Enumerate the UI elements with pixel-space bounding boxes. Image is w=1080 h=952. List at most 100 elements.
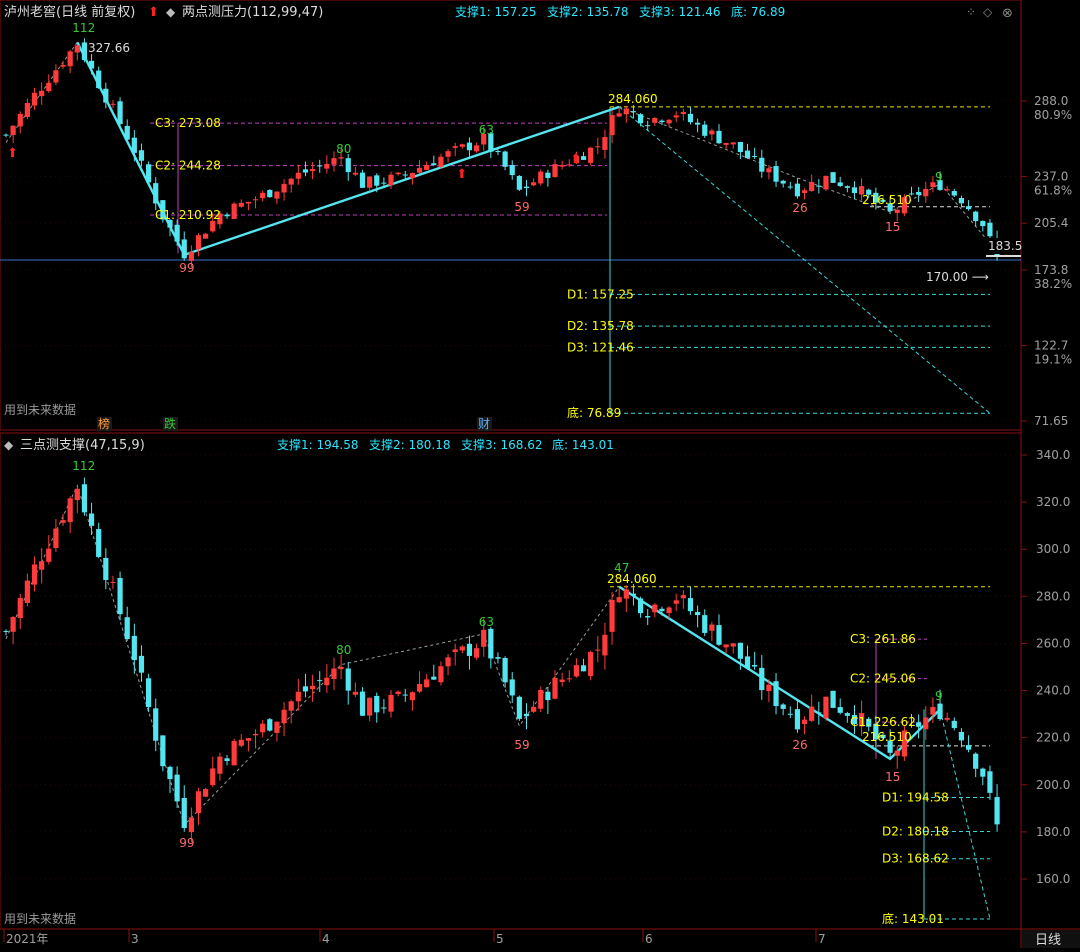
bottom-indicator-name[interactable]: 三点测支撑(47,15,9) (20, 438, 145, 453)
diamond-icon[interactable]: ◇ (983, 5, 993, 19)
bottom-candle (730, 643, 736, 647)
top-candle (609, 115, 615, 136)
top-candle (630, 111, 637, 113)
top-candle (759, 157, 765, 172)
bottom-candle (716, 625, 722, 645)
bottom-candle (987, 771, 993, 793)
top-candle (31, 92, 38, 106)
top-indicator-name[interactable]: 两点测压力(112,99,47) (182, 5, 323, 20)
bottom-axis-label: 180.0 (1036, 825, 1070, 839)
bottom-candle (381, 707, 387, 709)
chart-svg: 288.080.9% 237.061.8% 205.4 173.838.2% 122.7… (0, 0, 1080, 948)
top-candle (823, 175, 829, 190)
bottom-candle (452, 649, 458, 653)
bottom-candle (17, 597, 23, 619)
bottom-axis-label: 240.0 (1036, 684, 1070, 698)
bottom-candle (794, 709, 801, 730)
top-candle (709, 130, 715, 135)
top-swing-label: 99 (179, 261, 194, 275)
top-candle (680, 112, 686, 115)
bottom-candle (609, 599, 615, 632)
bottom-candle (302, 686, 309, 692)
buy-signal-icon: ⬆ (570, 152, 581, 167)
top-swing-label: 112 (72, 21, 95, 35)
top-swing-label: 15 (885, 220, 900, 234)
bottom-candle (103, 557, 109, 581)
top-candle (53, 70, 59, 83)
top-candle (516, 175, 522, 190)
bottom-candle (965, 745, 972, 750)
bottom-candle (288, 701, 294, 711)
top-candle (723, 143, 729, 145)
bottom-candle (652, 604, 658, 613)
top-candle (260, 192, 266, 199)
top-candle (374, 175, 380, 186)
top-candle (637, 114, 644, 124)
top-indicator-toggle-icon[interactable]: ◆ (166, 5, 176, 19)
bottom-candle (388, 694, 394, 712)
top-candle (274, 191, 280, 199)
panel-menu-icon[interactable]: ⁘ (966, 5, 976, 19)
top-axis-pct: 61.8% (1034, 183, 1072, 197)
top-candle (466, 142, 473, 151)
top-swing-label: 80 (336, 142, 351, 156)
bottom-axis-label: 160.0 (1036, 872, 1070, 886)
top-candle (381, 182, 387, 184)
bottom-candle (687, 598, 694, 612)
top-level-label: C3: 273.08 (155, 116, 221, 130)
top-candle (181, 239, 187, 259)
bottom-candle (409, 692, 416, 701)
bottom-candle (766, 684, 772, 692)
bottom-candle (602, 634, 608, 656)
top-candle (645, 125, 651, 127)
bottom-support-2: 支撑2: 180.18 (369, 437, 450, 452)
bottom-candle (210, 768, 216, 786)
bottom-bottom-value: 底: 143.01 (552, 437, 614, 452)
top-candle (138, 150, 145, 161)
x-axis-label: 3 (131, 932, 139, 946)
top-candle (673, 115, 679, 118)
bottom-candle (160, 735, 166, 767)
top-candle (395, 172, 401, 175)
top-overlay (0, 41, 1021, 414)
top-candle (666, 119, 672, 124)
bottom-axis-label: 340.0 (1036, 448, 1070, 462)
top-candle (295, 172, 301, 179)
bottom-candle (46, 548, 52, 562)
top-peak-price: 284.060 (608, 92, 658, 106)
top-candle (96, 70, 102, 89)
bottom-indicator-toggle-icon[interactable]: ◆ (4, 438, 14, 452)
bottom-level-label: C3: 261.86 (850, 632, 916, 646)
bottom-candle (830, 690, 836, 708)
top-swing-label: 26 (792, 201, 807, 215)
bottom-candle (645, 615, 651, 618)
top-future-note: 用到未来数据 (4, 402, 76, 417)
top-axis-pct: 38.2% (1034, 277, 1072, 291)
top-candle (267, 189, 273, 198)
close-icon[interactable]: ⊗ (1002, 6, 1013, 21)
bottom-candle (466, 643, 473, 656)
top-candle (24, 102, 30, 117)
bottom-candle (338, 666, 344, 670)
period-label[interactable]: 日线 (1035, 933, 1061, 948)
bottom-candle (801, 719, 808, 725)
top-candle (46, 82, 52, 92)
bottom-candle (816, 712, 822, 714)
top-axis-label: 173.8 (1034, 263, 1068, 277)
bottom-candle (752, 664, 758, 667)
bottom-candle (916, 722, 922, 727)
bottom-candle (438, 666, 444, 683)
bottom-swing-label: 99 (179, 836, 194, 850)
top-candle (744, 150, 751, 159)
bottom-candle (509, 679, 515, 696)
top-candle (780, 180, 786, 184)
top-axis-label: 288.0 (1034, 94, 1068, 108)
bottom-candle (559, 679, 565, 683)
top-axis-pct: 80.9% (1034, 108, 1072, 122)
bottom-candle (759, 667, 765, 691)
top-level-label: C2: 244.28 (155, 159, 221, 173)
bottom-swing-label: 59 (514, 738, 529, 752)
top-candle (980, 221, 986, 227)
x-axis-label: 5 (496, 932, 504, 946)
top-candle (730, 142, 736, 145)
